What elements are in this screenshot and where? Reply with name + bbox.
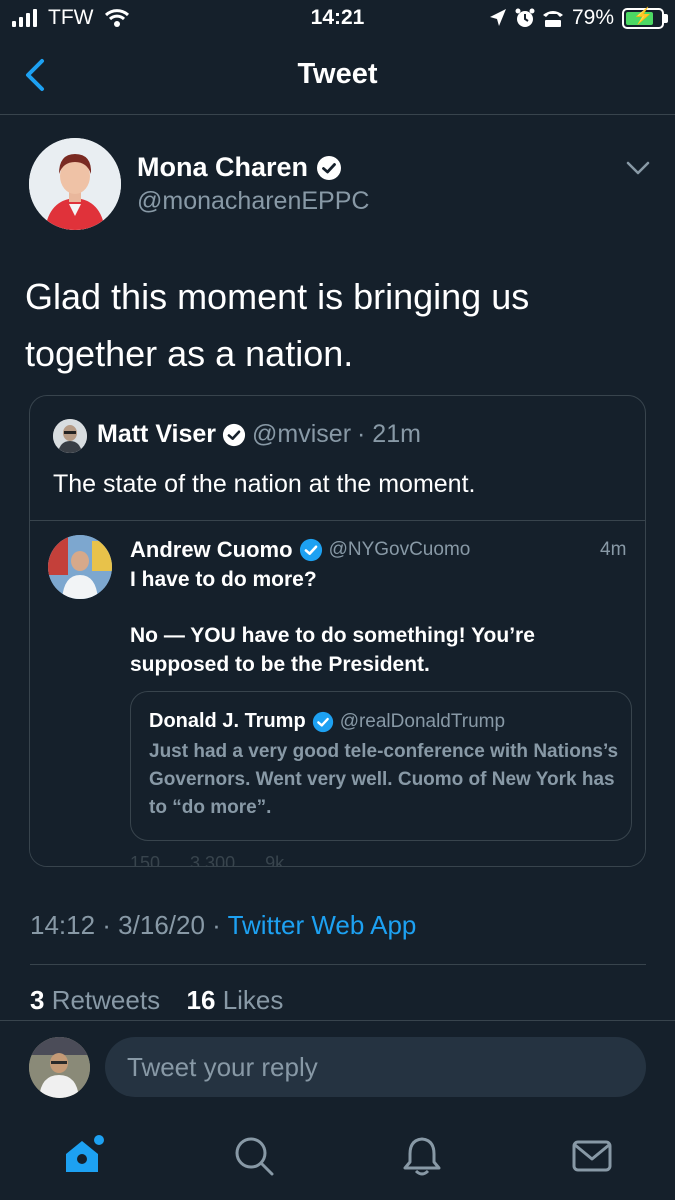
- verified-badge-icon: [317, 155, 342, 180]
- page-title: Tweet: [297, 58, 378, 90]
- likes-stat[interactable]: 16 Likes: [187, 985, 284, 1015]
- cuomo-author-row: Andrew Cuomo @NYGovCuomo: [130, 537, 470, 563]
- quoted-author-handle: @mviser: [252, 420, 352, 448]
- cropped-stat-likes: 9k: [265, 853, 285, 867]
- tweet-source-link[interactable]: Twitter Web App: [228, 910, 417, 940]
- cuomo-tweet-time: 4m: [600, 539, 627, 560]
- battery-cap: [664, 14, 668, 23]
- home-icon[interactable]: [62, 1134, 106, 1178]
- retweets-stat[interactable]: 3 Retweets: [30, 985, 160, 1015]
- cuomo-avatar: [48, 535, 112, 599]
- chevron-down-icon[interactable]: [624, 158, 652, 178]
- quoted-author-name: Matt Viser: [97, 420, 217, 448]
- tty-icon: [543, 11, 563, 27]
- meta-divider: [30, 964, 646, 965]
- location-arrow-icon: [490, 9, 506, 26]
- status-bar: TFW 14:21 79% ⚡: [0, 0, 675, 38]
- tweet-text: Glad this moment is bringing us together…: [25, 276, 530, 374]
- quoted-tweet-card[interactable]: Matt Viser @mviser · 21m The state of th…: [29, 395, 646, 867]
- verified-badge-icon: [312, 711, 333, 732]
- tweet-meta: 14:12 · 3/16/20 · Twitter Web App: [30, 910, 416, 941]
- trump-author-handle: @realDonaldTrump: [339, 710, 506, 732]
- author-name-row[interactable]: Mona Charen: [137, 152, 342, 183]
- battery-percent: 79%: [572, 6, 615, 29]
- user-avatar[interactable]: [29, 1037, 90, 1098]
- quoted-tweet-text: The state of the nation at the moment.: [53, 470, 476, 498]
- cuomo-text-line1: I have to do more?: [130, 568, 317, 591]
- cuomo-author-name: Andrew Cuomo: [130, 537, 293, 562]
- likes-count: 16: [186, 985, 216, 1015]
- author-handle[interactable]: @monacharenEPPC: [137, 187, 369, 216]
- quoted-author-row: Matt Viser @mviser · 21m: [97, 420, 421, 449]
- trump-author-row: Donald J. Trump @realDonaldTrump: [149, 710, 505, 733]
- charging-bolt-icon: ⚡: [633, 8, 653, 25]
- cropped-stats-row: 150 3,300 9k: [130, 853, 285, 867]
- alarm-icon: [515, 8, 535, 27]
- tweet-timestamp: 14:12 · 3/16/20 ·: [30, 910, 228, 940]
- embedded-trump-tweet-card: Donald J. Trump @realDonaldTrump Just ha…: [130, 691, 632, 841]
- author-name[interactable]: Mona Charen: [137, 152, 308, 183]
- stats-divider: [0, 1020, 675, 1021]
- header-divider: [0, 114, 675, 115]
- verified-badge-icon: [299, 538, 322, 562]
- cropped-stat-replies: 150: [130, 853, 161, 867]
- battery-icon: ⚡: [622, 8, 664, 29]
- quoted-tweet-time: · 21m: [357, 420, 421, 448]
- cuomo-text-line2: No — YOU have to do something! You’re su…: [130, 624, 535, 676]
- trump-author-name: Donald J. Trump: [149, 710, 306, 732]
- verified-badge-icon: [222, 423, 246, 446]
- trump-tweet-text: Just had a very good tele-conference wit…: [149, 741, 619, 818]
- retweets-label: Retweets: [44, 985, 161, 1015]
- cuomo-tweet-text: I have to do more? No — YOU have to do s…: [130, 565, 610, 679]
- quoted-tweet-image[interactable]: Andrew Cuomo @NYGovCuomo 4m I have to do…: [30, 520, 645, 867]
- author-avatar[interactable]: [29, 138, 121, 230]
- reply-input[interactable]: [105, 1037, 646, 1097]
- search-icon[interactable]: [232, 1134, 276, 1178]
- likes-label: Likes: [215, 985, 284, 1015]
- cuomo-author-handle: @NYGovCuomo: [328, 539, 471, 560]
- cropped-stat-retweets: 3,300: [190, 853, 236, 867]
- tweet-stats: 3 Retweets 16 Likes: [30, 985, 283, 1016]
- retweets-count: 3: [30, 985, 45, 1015]
- notifications-bell-icon[interactable]: [400, 1134, 444, 1178]
- quoted-author-avatar: [53, 419, 87, 453]
- messages-envelope-icon[interactable]: [570, 1134, 614, 1178]
